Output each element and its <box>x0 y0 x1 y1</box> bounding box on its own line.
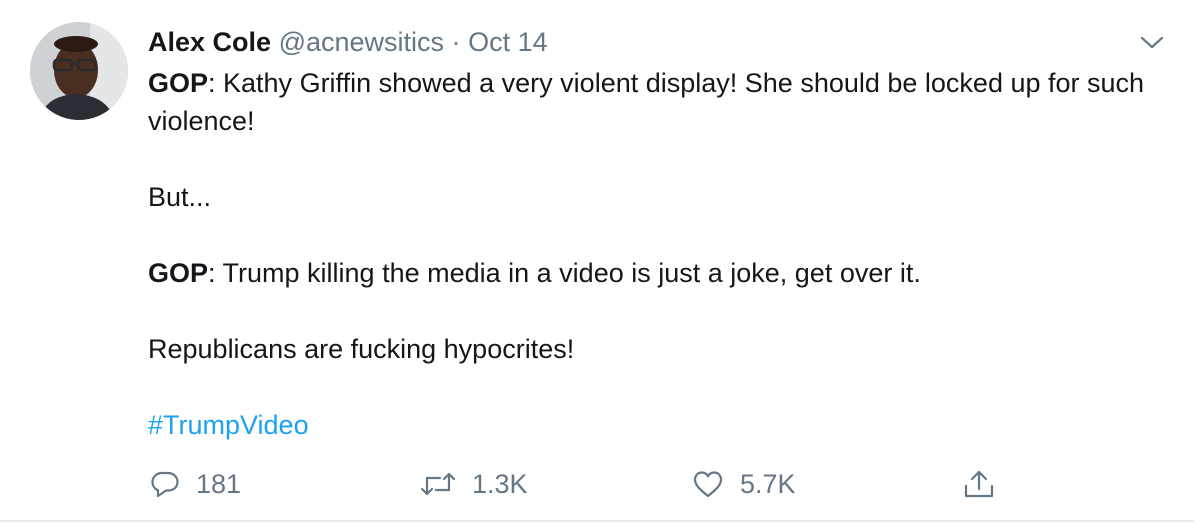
gop-label: GOP <box>148 258 209 288</box>
reply-count: 181 <box>196 468 242 499</box>
tweet-text-3: : Trump killing the media in a video is … <box>208 258 921 288</box>
gop-label: GOP <box>148 68 209 98</box>
author-handle[interactable]: @acnewsitics <box>279 27 444 57</box>
like-count: 5.7K <box>740 468 796 499</box>
tweet-card[interactable]: Alex Cole @acnewsitics · Oct 14 GOP: Kat… <box>0 0 1194 522</box>
heart-icon <box>692 469 724 499</box>
author-name[interactable]: Alex Cole <box>148 27 271 57</box>
tweet-header: Alex Cole @acnewsitics · Oct 14 <box>148 26 548 58</box>
share-icon <box>962 468 996 500</box>
tweet-line-4: Republicans are fucking hypocrites! <box>148 334 575 364</box>
retweet-count: 1.3K <box>472 468 528 499</box>
like-button[interactable]: 5.7K <box>692 462 796 506</box>
retweet-icon <box>420 469 456 499</box>
retweet-button[interactable]: 1.3K <box>420 462 528 506</box>
reply-icon <box>150 469 180 499</box>
avatar[interactable] <box>30 22 128 120</box>
tweet-line-1: GOP: Kathy Griffin showed a very violent… <box>148 64 1168 140</box>
tweet-line-2: But... <box>148 182 212 212</box>
hashtag-link[interactable]: #TrumpVideo <box>148 410 309 440</box>
tweet-line-3: GOP: Trump killing the media in a video … <box>148 254 1168 292</box>
share-button[interactable] <box>962 462 996 506</box>
reply-button[interactable]: 181 <box>150 462 241 506</box>
avatar-image <box>30 22 128 120</box>
tweet-text-1: : Kathy Griffin showed a very violent di… <box>148 68 1145 136</box>
separator-dot: · <box>451 27 461 57</box>
tweet-body: GOP: Kathy Griffin showed a very violent… <box>148 64 1168 444</box>
chevron-down-icon[interactable] <box>1138 30 1166 54</box>
tweet-date[interactable]: Oct 14 <box>468 27 548 57</box>
